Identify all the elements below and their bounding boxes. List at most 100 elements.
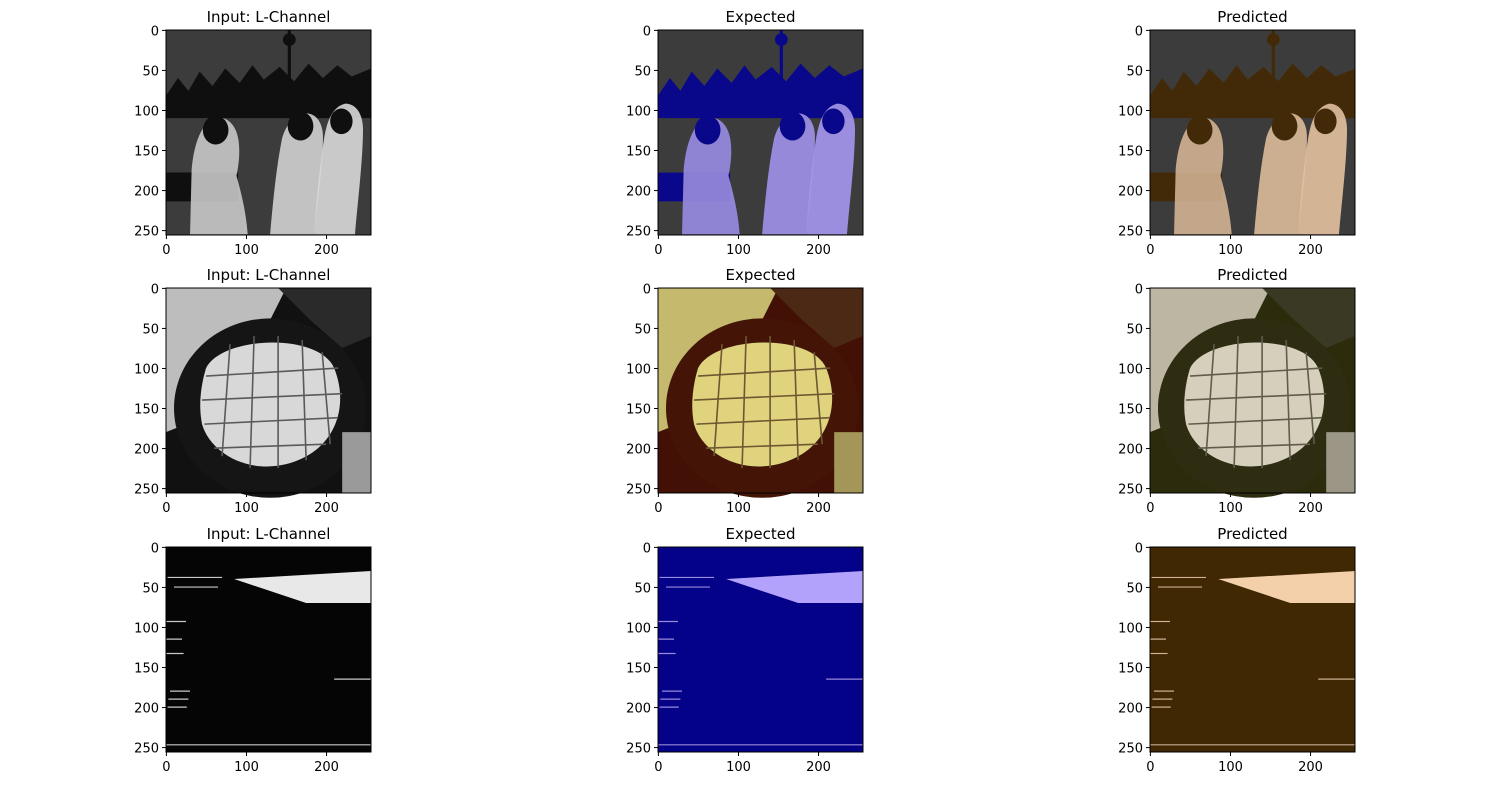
figure-grid: Input: L-Channel0501001502002500 100 200Ex… bbox=[134, 8, 1356, 775]
panel-title: Predicted bbox=[1217, 525, 1287, 543]
panel-image bbox=[657, 287, 864, 499]
y-tick-label: 150 bbox=[626, 662, 651, 677]
y-tick-label: 50 bbox=[142, 581, 159, 596]
y-tick-label: 150 bbox=[626, 145, 651, 160]
panel-title: Predicted bbox=[1217, 266, 1287, 284]
y-tick-label: 0 bbox=[151, 24, 159, 39]
y-tick-label: 150 bbox=[134, 662, 159, 677]
y-tick-label: 200 bbox=[134, 702, 159, 717]
panel-title: Input: L-Channel bbox=[207, 8, 331, 26]
y-tick-label: 100 bbox=[1118, 362, 1143, 377]
image-panel: Expected0501001502002500 100 200 bbox=[626, 8, 864, 258]
y-tick-label: 250 bbox=[134, 742, 159, 757]
y-tick-label: 100 bbox=[626, 621, 651, 636]
panel-title: Predicted bbox=[1217, 8, 1287, 26]
panel-title: Expected bbox=[726, 266, 796, 284]
x-tick-label: 0 bbox=[162, 243, 170, 258]
y-tick-label: 200 bbox=[626, 185, 651, 200]
image-panel: Expected0501001502002500 100 200 bbox=[626, 266, 864, 516]
x-tick-label: 200 bbox=[806, 760, 831, 775]
y-tick-label: 0 bbox=[151, 282, 159, 297]
x-tick-label: 200 bbox=[1298, 501, 1323, 516]
y-tick-label: 200 bbox=[626, 443, 651, 458]
y-tick-label: 150 bbox=[626, 403, 651, 418]
y-tick-label: 250 bbox=[134, 483, 159, 498]
y-tick-label: 100 bbox=[626, 104, 651, 119]
y-tick-label: 100 bbox=[1118, 621, 1143, 636]
panel-image bbox=[657, 546, 864, 753]
y-tick-label: 250 bbox=[1118, 225, 1143, 240]
x-tick-label: 100 bbox=[726, 243, 751, 258]
x-tick-label: 100 bbox=[1218, 760, 1243, 775]
x-tick-label: 100 bbox=[726, 501, 751, 516]
x-tick-label: 0 bbox=[654, 760, 662, 775]
y-tick-label: 150 bbox=[134, 145, 159, 160]
y-tick-label: 50 bbox=[1126, 64, 1143, 79]
x-tick-label: 0 bbox=[1146, 243, 1154, 258]
x-tick-label: 100 bbox=[1218, 243, 1243, 258]
x-tick-label: 0 bbox=[162, 760, 170, 775]
y-tick-label: 250 bbox=[1118, 742, 1143, 757]
x-tick-label: 0 bbox=[654, 501, 662, 516]
x-tick-label: 200 bbox=[1298, 243, 1323, 258]
y-tick-label: 50 bbox=[142, 322, 159, 337]
panel-title: Input: L-Channel bbox=[207, 266, 331, 284]
panel-title: Expected bbox=[726, 525, 796, 543]
y-tick-label: 100 bbox=[134, 621, 159, 636]
x-tick-label: 200 bbox=[314, 760, 339, 775]
x-tick-label: 100 bbox=[234, 243, 259, 258]
y-tick-label: 0 bbox=[1135, 282, 1143, 297]
x-tick-label: 0 bbox=[654, 243, 662, 258]
x-tick-label: 100 bbox=[234, 501, 259, 516]
y-tick-label: 100 bbox=[1118, 104, 1143, 119]
y-tick-label: 100 bbox=[626, 362, 651, 377]
y-tick-label: 100 bbox=[134, 104, 159, 119]
image-panel: Predicted0501001502002500 100 200 bbox=[1118, 525, 1356, 775]
y-tick-label: 0 bbox=[643, 282, 651, 297]
image-panel: Predicted0501001502002500 100 200 bbox=[1118, 266, 1356, 516]
y-tick-label: 0 bbox=[1135, 24, 1143, 39]
y-tick-label: 200 bbox=[134, 185, 159, 200]
y-tick-label: 150 bbox=[1118, 145, 1143, 160]
panel-image bbox=[658, 30, 863, 235]
y-tick-label: 200 bbox=[1118, 185, 1143, 200]
y-tick-label: 150 bbox=[134, 403, 159, 418]
y-tick-label: 200 bbox=[626, 702, 651, 717]
x-tick-label: 100 bbox=[1218, 501, 1243, 516]
y-tick-label: 50 bbox=[634, 64, 651, 79]
y-tick-label: 0 bbox=[643, 24, 651, 39]
y-tick-label: 250 bbox=[626, 483, 651, 498]
y-tick-label: 150 bbox=[1118, 403, 1143, 418]
y-tick-label: 100 bbox=[134, 362, 159, 377]
y-tick-label: 200 bbox=[1118, 443, 1143, 458]
panel-image bbox=[1150, 30, 1355, 235]
x-tick-label: 100 bbox=[726, 760, 751, 775]
x-tick-label: 100 bbox=[234, 760, 259, 775]
y-tick-label: 0 bbox=[1135, 541, 1143, 556]
x-tick-label: 200 bbox=[314, 501, 339, 516]
y-tick-label: 0 bbox=[643, 541, 651, 556]
panel-image bbox=[1149, 287, 1356, 499]
y-tick-label: 50 bbox=[142, 64, 159, 79]
image-panel: Expected0501001502002500 100 200 bbox=[626, 525, 864, 775]
panel-title: Expected bbox=[726, 8, 796, 26]
panel-image bbox=[165, 546, 372, 753]
y-tick-label: 50 bbox=[1126, 322, 1143, 337]
y-tick-label: 50 bbox=[634, 581, 651, 596]
y-tick-label: 50 bbox=[1126, 581, 1143, 596]
image-panel: Input: L-Channel0501001502002500 100 200 bbox=[134, 8, 372, 258]
y-tick-label: 200 bbox=[134, 443, 159, 458]
panel-image bbox=[1149, 546, 1356, 753]
x-tick-label: 0 bbox=[162, 501, 170, 516]
x-tick-label: 200 bbox=[314, 243, 339, 258]
y-tick-label: 150 bbox=[1118, 662, 1143, 677]
image-panel: Predicted0501001502002500 100 200 bbox=[1118, 8, 1356, 258]
x-tick-label: 200 bbox=[806, 501, 831, 516]
x-tick-label: 0 bbox=[1146, 501, 1154, 516]
y-tick-label: 250 bbox=[1118, 483, 1143, 498]
y-tick-label: 50 bbox=[634, 322, 651, 337]
panel-image bbox=[166, 30, 371, 235]
y-tick-label: 250 bbox=[626, 225, 651, 240]
y-tick-label: 0 bbox=[151, 541, 159, 556]
y-tick-label: 200 bbox=[1118, 702, 1143, 717]
